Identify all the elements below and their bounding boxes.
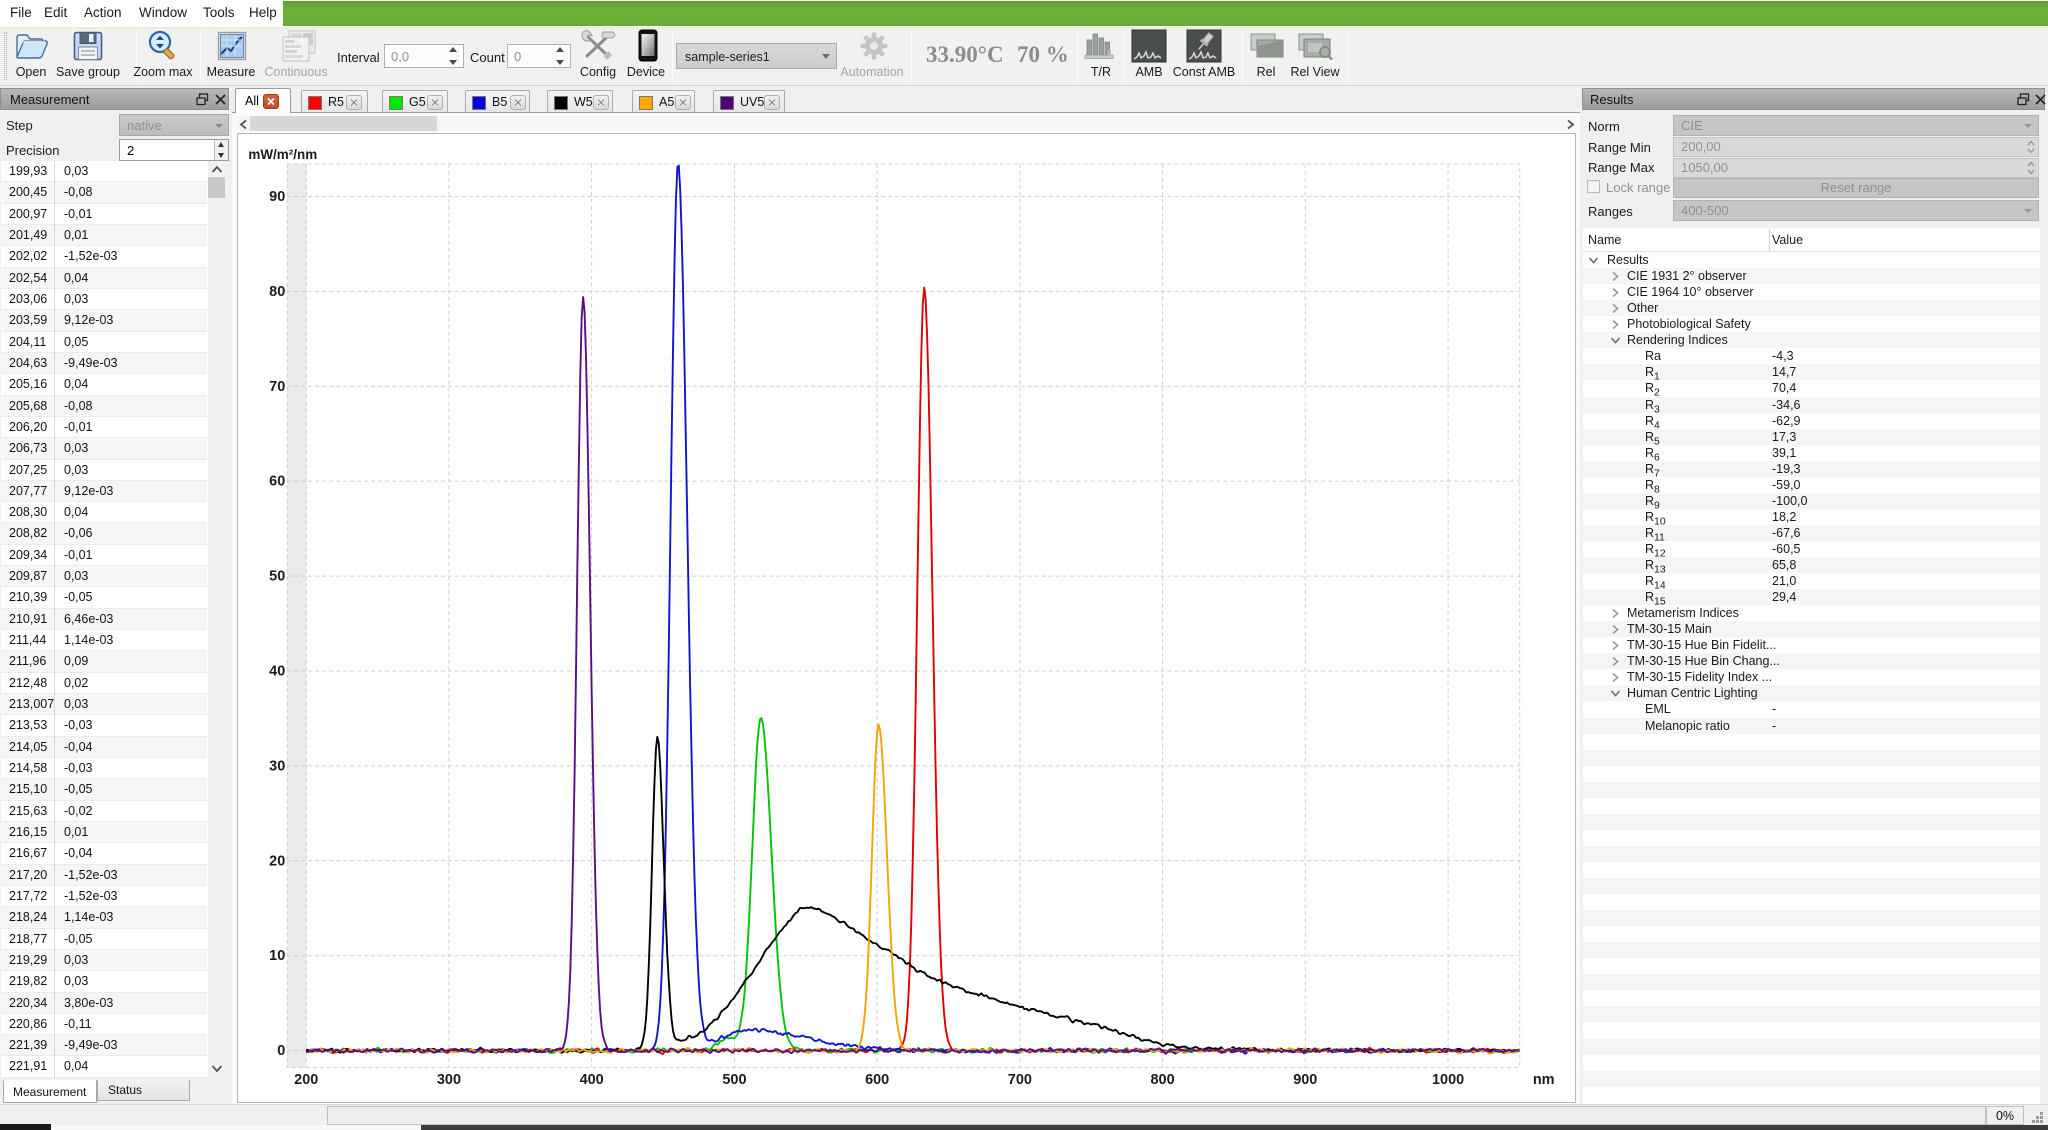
- svg-text:900: 900: [1293, 1072, 1317, 1088]
- svg-text:50: 50: [269, 569, 285, 585]
- svg-text:500: 500: [722, 1072, 746, 1088]
- svg-text:30: 30: [269, 758, 285, 774]
- svg-text:800: 800: [1151, 1072, 1175, 1088]
- svg-text:700: 700: [1008, 1072, 1032, 1088]
- svg-text:1000: 1000: [1432, 1072, 1464, 1088]
- svg-text:200: 200: [294, 1072, 318, 1088]
- svg-text:300: 300: [437, 1072, 461, 1088]
- svg-text:90: 90: [269, 189, 285, 205]
- svg-text:20: 20: [269, 853, 285, 869]
- svg-text:10: 10: [269, 948, 285, 964]
- svg-text:40: 40: [269, 663, 285, 679]
- svg-text:70: 70: [269, 379, 285, 395]
- svg-text:0: 0: [277, 1043, 285, 1059]
- svg-text:80: 80: [269, 284, 285, 300]
- svg-text:mW/m²/nm: mW/m²/nm: [248, 147, 317, 162]
- svg-text:nm: nm: [1533, 1072, 1555, 1088]
- svg-text:600: 600: [865, 1072, 889, 1088]
- svg-text:60: 60: [269, 474, 285, 490]
- svg-text:400: 400: [580, 1072, 604, 1088]
